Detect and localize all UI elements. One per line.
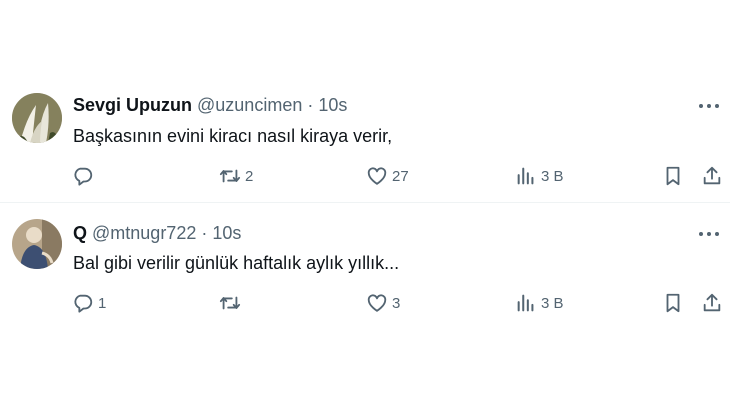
avatar[interactable] [12, 219, 62, 269]
share-button[interactable] [701, 163, 723, 189]
retweet-button[interactable] [219, 290, 245, 316]
tweet-actions: 1 3 3 B [0, 290, 730, 316]
retweet-icon [219, 165, 241, 187]
timestamp[interactable]: 10s [318, 94, 347, 116]
share-button[interactable] [701, 290, 723, 316]
user-handle[interactable]: @mtnugr722 [92, 222, 196, 244]
like-button[interactable]: 27 [366, 163, 409, 189]
share-icon [701, 292, 723, 314]
tweet-divider [0, 202, 730, 203]
tweet-header: Sevgi Upuzun @uzuncimen · 10s [73, 94, 347, 116]
like-button[interactable]: 3 [366, 290, 400, 316]
share-icon [701, 165, 723, 187]
separator-dot: · [201, 223, 208, 243]
reply-count: 1 [98, 294, 107, 312]
display-name[interactable]: Sevgi Upuzun [73, 94, 192, 116]
retweet-icon [219, 292, 241, 314]
user-handle[interactable]: @uzuncimen [197, 94, 302, 116]
views-button[interactable]: 3 B [515, 163, 564, 189]
bookmark-button[interactable] [662, 163, 684, 189]
tweet-text: Başkasının evini kiracı nasıl kiraya ver… [73, 126, 393, 146]
display-name[interactable]: Q [73, 222, 87, 244]
bookmark-button[interactable] [662, 290, 684, 316]
view-count: 3 B [541, 167, 564, 185]
avatar[interactable] [12, 93, 62, 143]
heart-icon [366, 292, 388, 314]
tweet[interactable]: Sevgi Upuzun @uzuncimen · 10s Başkasının… [0, 76, 730, 202]
separator-dot: · [307, 95, 314, 115]
analytics-icon [515, 292, 537, 314]
reply-button[interactable]: 1 [72, 290, 106, 316]
heart-icon [366, 165, 388, 187]
tweet-text: Bal gibi verilir günlük haftalık aylık y… [73, 253, 400, 273]
like-count: 3 [392, 294, 401, 312]
views-button[interactable]: 3 B [515, 290, 564, 316]
analytics-icon [515, 165, 537, 187]
tweet[interactable]: Q @mtnugr722 · 10s Bal gibi verilir günl… [0, 204, 730, 334]
view-count: 3 B [541, 294, 564, 312]
tweet-actions: 2 27 3 B [0, 163, 730, 189]
retweet-button[interactable]: 2 [219, 163, 253, 189]
retweet-count: 2 [245, 167, 254, 185]
reply-icon [72, 165, 94, 187]
more-icon[interactable] [696, 224, 722, 244]
more-icon[interactable] [696, 96, 722, 116]
bookmark-icon [662, 165, 684, 187]
reply-button[interactable] [72, 163, 98, 189]
reply-icon [72, 292, 94, 314]
tweet-header: Q @mtnugr722 · 10s [73, 222, 241, 244]
bookmark-icon [662, 292, 684, 314]
like-count: 27 [392, 167, 409, 185]
timestamp[interactable]: 10s [212, 222, 241, 244]
